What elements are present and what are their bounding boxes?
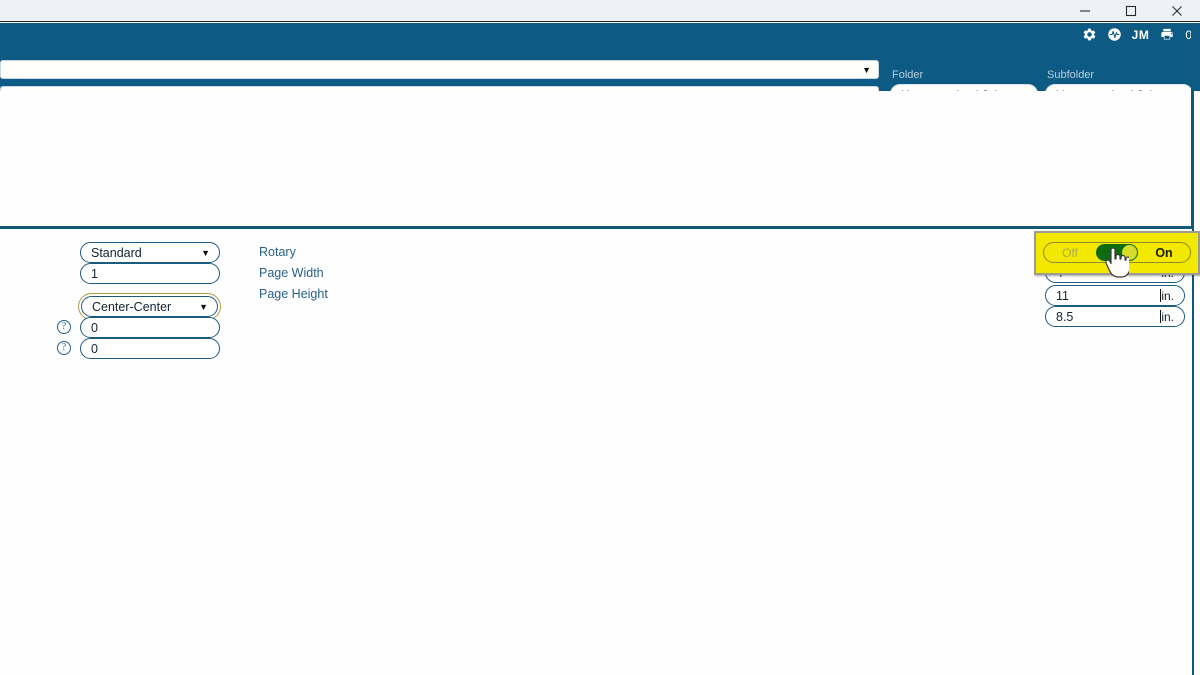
preset-value: Standard [91, 245, 142, 260]
app-window: JM 0 ▼ Folder Uncategorized Jobs ▼ Subfo… [0, 0, 1200, 675]
offset-y-help-icon[interactable]: ? [57, 341, 71, 355]
copies-value: 1 [91, 266, 98, 281]
gear-icon[interactable] [1082, 27, 1097, 42]
preset-select[interactable]: Standard ▼ [80, 242, 220, 263]
rotary-toggle[interactable]: Off On [1043, 242, 1191, 263]
chevron-down-icon[interactable]: ▼ [195, 302, 217, 312]
minimize-icon [1080, 9, 1090, 12]
job-name-combo[interactable]: ▼ [0, 60, 879, 79]
settings-panel: Standard ▼ 1 Center-Center ▼ ? 0 ? 0 Rot… [0, 229, 1192, 675]
page-height-unit: in. [1161, 309, 1174, 324]
offset-x-input[interactable]: 0 [80, 317, 220, 338]
label-rotary[interactable]: Rotary [259, 245, 296, 259]
window-minimize-button[interactable] [1062, 0, 1108, 21]
page-width-input[interactable]: 11 in. [1045, 285, 1185, 306]
app-header: JM 0 ▼ Folder Uncategorized Jobs ▼ Subfo… [0, 23, 1200, 105]
label-page-height[interactable]: Page Height [259, 287, 328, 301]
rotary-toggle-on-label[interactable]: On [1138, 246, 1190, 260]
window-maximize-button[interactable] [1108, 0, 1154, 21]
folder-label: Folder [892, 69, 924, 81]
header-icon-tray: JM 0 [1082, 27, 1192, 42]
alignment-value: Center-Center [92, 299, 172, 314]
window-title-bar [0, 0, 1200, 22]
page-height-input[interactable]: 8.5 in. [1045, 306, 1185, 327]
page-height-value: 8.5 [1056, 309, 1074, 324]
close-icon [1172, 5, 1182, 16]
chevron-down-icon[interactable]: ▼ [197, 248, 219, 258]
alignment-select[interactable]: Center-Center ▼ [81, 296, 218, 317]
preview-canvas[interactable] [0, 91, 1192, 226]
activity-icon[interactable] [1107, 27, 1122, 42]
maximize-icon [1125, 5, 1137, 16]
page-width-unit: in. [1161, 288, 1174, 303]
copies-input[interactable]: 1 [80, 263, 220, 284]
window-close-button[interactable] [1154, 0, 1200, 21]
page-width-value: 11 [1056, 288, 1069, 303]
rotary-toggle-knob-dot [1122, 245, 1137, 260]
chevron-down-icon[interactable]: ▼ [858, 65, 878, 75]
offset-x-help-icon[interactable]: ? [57, 320, 71, 334]
user-initials[interactable]: JM [1132, 28, 1150, 42]
subfolder-label: Subfolder [1047, 69, 1095, 81]
rotary-toggle-off-label[interactable]: Off [1044, 246, 1096, 260]
label-page-width[interactable]: Page Width [259, 266, 324, 280]
printer-icon[interactable] [1159, 27, 1175, 42]
offset-y-value: 0 [91, 341, 98, 356]
offset-y-input[interactable]: 0 [80, 338, 220, 359]
offset-x-value: 0 [91, 320, 98, 335]
rotary-toggle-knob[interactable] [1096, 244, 1138, 261]
